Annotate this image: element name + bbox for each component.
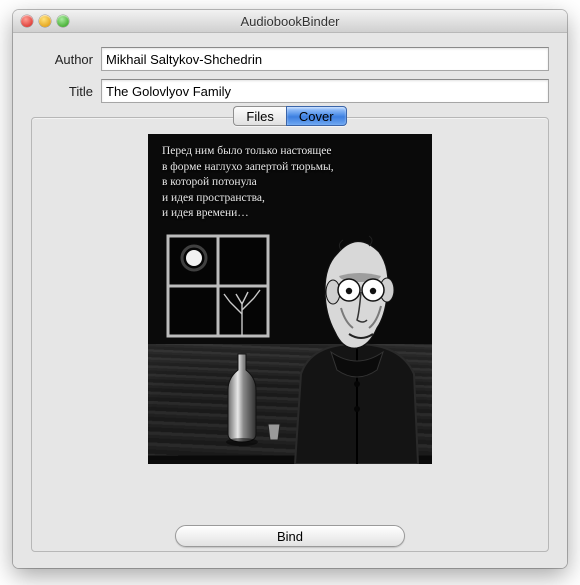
app-window: AudiobookBinder Author Title Files Cover… — [13, 10, 567, 568]
bind-button[interactable]: Bind — [175, 525, 405, 547]
author-input[interactable] — [101, 47, 549, 71]
title-label: Title — [31, 84, 93, 99]
man-illustration — [291, 234, 426, 464]
bottle-illustration — [222, 352, 262, 447]
titlebar: AudiobookBinder — [13, 10, 567, 33]
cover-image: Перед ним было только настоящее в форме … — [148, 134, 432, 464]
zoom-icon[interactable] — [57, 15, 69, 27]
close-icon[interactable] — [21, 15, 33, 27]
window-illustration — [164, 232, 284, 352]
author-label: Author — [31, 52, 93, 67]
tab-panel: Files Cover Перед ним было только настоя… — [31, 117, 549, 552]
title-row: Title — [31, 79, 549, 103]
glass-illustration — [266, 422, 282, 444]
cover-area[interactable]: Перед ним было только настоящее в форме … — [32, 134, 548, 515]
tab-cover[interactable]: Cover — [286, 106, 347, 126]
tab-segmented-control: Files Cover — [233, 106, 346, 126]
tab-files[interactable]: Files — [233, 106, 285, 126]
window-title: AudiobookBinder — [13, 14, 567, 29]
minimize-icon[interactable] — [39, 15, 51, 27]
window-controls — [21, 15, 69, 27]
content-area: Author Title Files Cover Перед ним было … — [13, 33, 567, 568]
bind-row: Bind — [175, 515, 405, 551]
title-input[interactable] — [101, 79, 549, 103]
cover-epigraph: Перед ним было только настоящее в форме … — [162, 144, 334, 222]
author-row: Author — [31, 47, 549, 71]
